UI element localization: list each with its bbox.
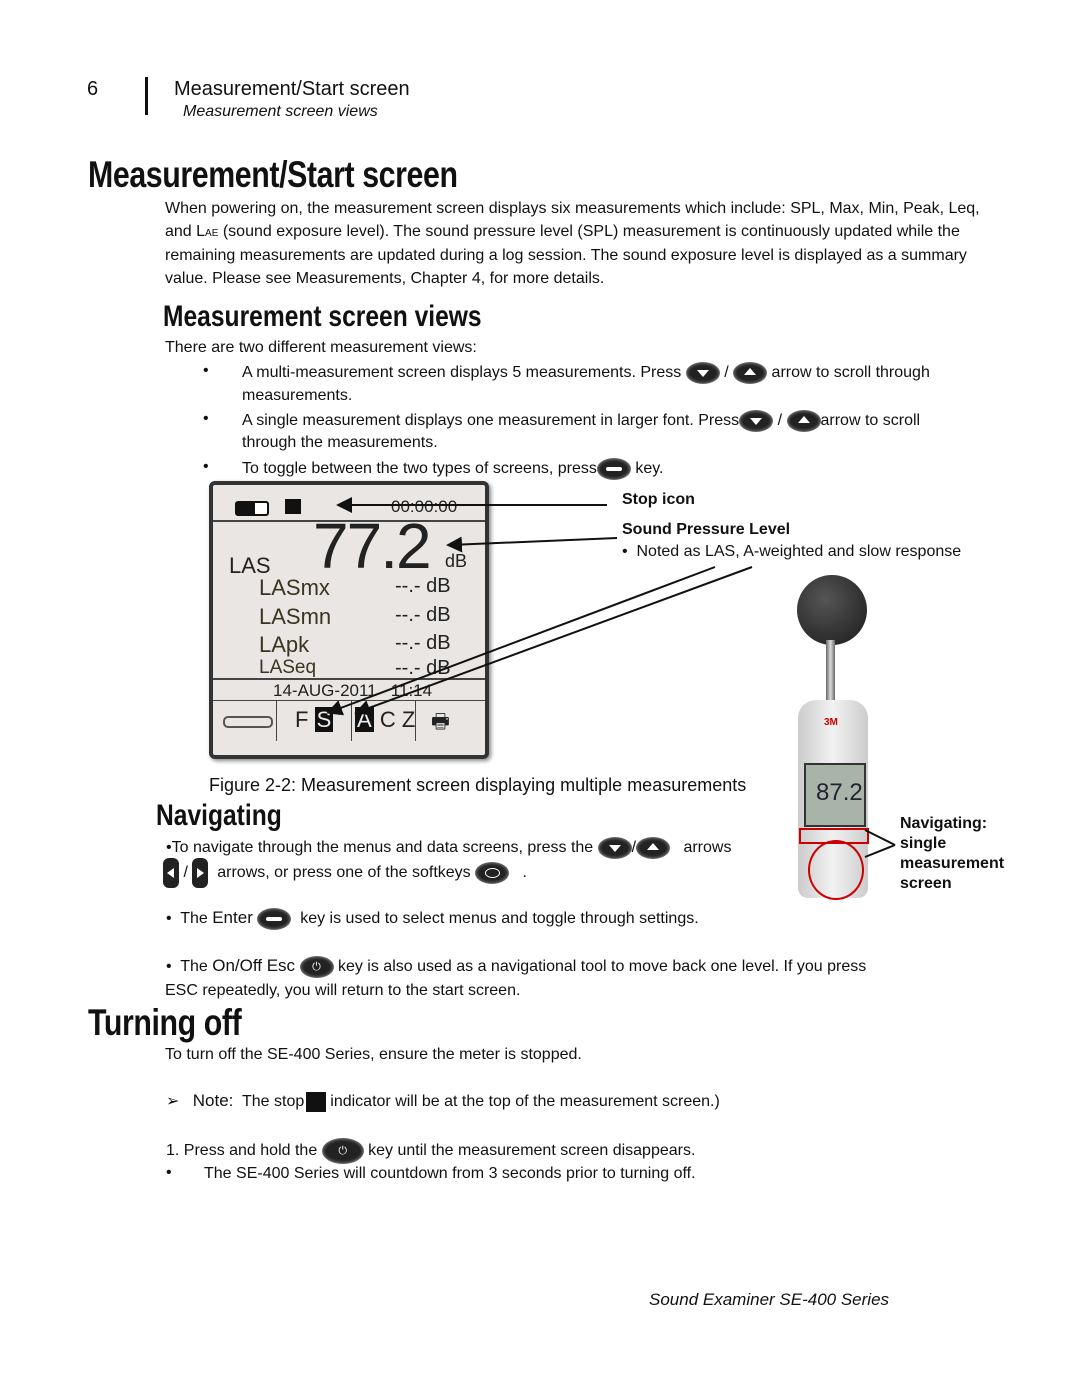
spl-arrow [446, 536, 618, 553]
nav-line-2: / arrows, or press one of the softkeys . [163, 858, 527, 888]
text: arrows, or press one of the softkeys [217, 864, 471, 882]
down-arrow-key-icon [597, 837, 632, 859]
meter-callout-arrows [864, 829, 896, 858]
heading-turning-off: Turning off [88, 1002, 242, 1043]
left-arrow-key-icon [163, 858, 179, 888]
response-arrow [326, 566, 716, 716]
callout-arrows [326, 497, 753, 716]
softkey-icon [475, 862, 510, 884]
turnoff-lead: To turn off the SE-400 Series, ensure th… [165, 1046, 582, 1063]
text: Enter [212, 908, 253, 928]
text: arrows [683, 839, 732, 857]
line: measurement [900, 855, 1005, 872]
meter-display: 87.2 [804, 763, 866, 827]
text: key is also used as a navigational tool … [337, 958, 867, 976]
line: single [900, 835, 947, 852]
microphone-windscreen [797, 575, 867, 645]
turnoff-note: ➢ Note: The stop indicator will be at the… [166, 1091, 720, 1112]
callout-stop-icon: Stop icon [622, 491, 695, 508]
nav-esc: • The On/Off Esc ⏻ key is also used as a… [166, 956, 866, 978]
meter-value: 87.2 [816, 779, 863, 806]
line: screen [900, 875, 952, 892]
enter-key-icon [257, 908, 292, 930]
on-off-key-icon: ⏻ [299, 956, 334, 978]
nav-esc-cont: ESC repeatedly, you will return to the s… [165, 982, 521, 999]
text: indicator will be at the top of the meas… [330, 1093, 720, 1110]
callout-spl: Sound Pressure Level [622, 521, 791, 538]
text: . [522, 864, 527, 882]
turnoff-step-1: 1. Press and hold the ⏻ key until the me… [166, 1138, 695, 1164]
microphone-stem [826, 640, 835, 705]
turnoff-bullet: The SE-400 Series will countdown from 3 … [204, 1165, 696, 1182]
text: The [180, 958, 213, 976]
text: Noted as LAS, A-weighted and slow respon… [636, 543, 962, 560]
nav-enter: • The Enter key is used to select menus … [166, 908, 699, 930]
brand-logo: 3M [824, 717, 838, 728]
text: 1. Press and hold the [166, 1142, 318, 1160]
weighting-arrow [354, 566, 753, 716]
meter-callout: Navigating: single measurement screen [900, 814, 1004, 894]
text: •To navigate through the menus and data … [166, 839, 594, 857]
bullet: • [166, 1164, 172, 1181]
text: key until the measurement screen disappe… [368, 1142, 696, 1160]
note-label: Note: [192, 1091, 234, 1110]
line: Navigating: [900, 815, 988, 832]
callout-spl-note: • Noted as LAS, A-weighted and slow resp… [622, 543, 962, 560]
text: key is used to select menus and toggle t… [300, 910, 699, 928]
heading-navigating: Navigating [156, 799, 282, 832]
navpad-highlight [808, 840, 864, 900]
figure-caption: Figure 2-2: Measurement screen displayin… [209, 775, 747, 795]
right-arrow-key-icon [192, 858, 209, 888]
stop-icon [306, 1091, 327, 1112]
nav-line-1: •To navigate through the menus and data … [166, 837, 731, 859]
up-arrow-key-icon [636, 837, 671, 859]
text: The [180, 910, 213, 928]
text: The stop [242, 1093, 305, 1110]
page: { "header":{"page_number":"6","section":… [0, 0, 1080, 1388]
footer: Sound Examiner SE-400 Series [649, 1290, 890, 1309]
text: On/Off Esc [212, 956, 296, 976]
arrow-bullet-icon: ➢ [166, 1093, 180, 1110]
on-off-key-icon: ⏻ [321, 1138, 364, 1164]
